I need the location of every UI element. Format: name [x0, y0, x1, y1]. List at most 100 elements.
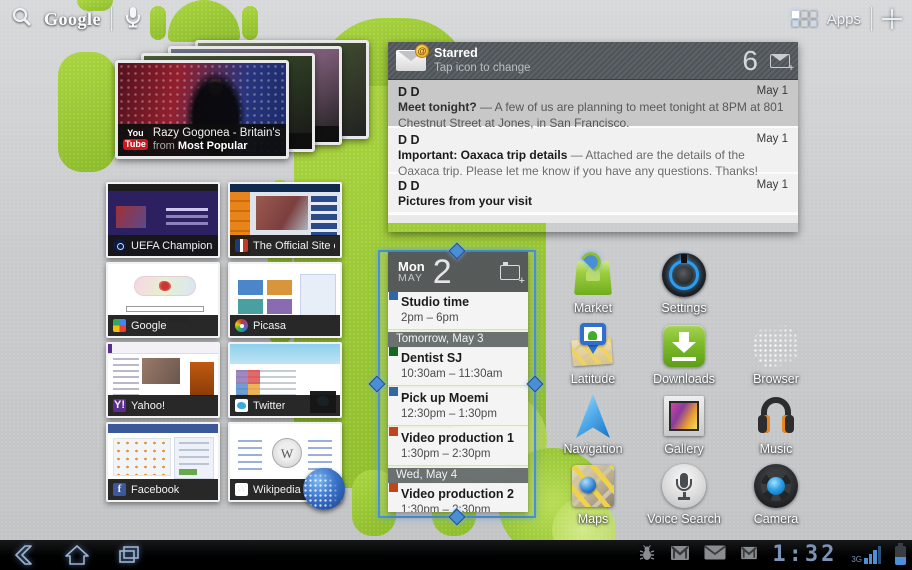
email-row-partial: [388, 214, 798, 223]
app-label: Camera: [731, 512, 821, 526]
app-voice-search[interactable]: Voice Search: [639, 463, 729, 526]
browser-globe-icon[interactable]: [303, 468, 345, 510]
wikipedia-favicon: W: [235, 483, 248, 496]
gmail-notification-icon: [740, 546, 758, 565]
event-color-marker: [389, 291, 398, 300]
bookmark-facebook[interactable]: fFacebook: [106, 422, 220, 502]
home-button[interactable]: [64, 544, 90, 566]
event-color-marker: [389, 347, 398, 356]
calendar-event[interactable]: Dentist SJ 10:30am – 11:30am: [388, 348, 528, 386]
bookmark-label: Facebook: [131, 484, 179, 496]
app-camera[interactable]: Camera: [731, 463, 821, 526]
email-row[interactable]: D DMay 1 Important: Oaxaca trip details …: [388, 128, 798, 174]
topbar-divider: [871, 7, 872, 31]
market-icon: [570, 252, 616, 298]
calendar-widget[interactable]: Mon MAY 2 Studio time 2pm – 6pm Tomorrow…: [388, 252, 528, 512]
event-time: 1:30pm – 2:30pm: [401, 447, 522, 461]
email-row[interactable]: D DMay 1 Meet tonight? — A few of us are…: [388, 80, 798, 128]
event-title: Studio time: [401, 295, 522, 311]
app-label: Browser: [731, 372, 821, 386]
apps-button[interactable]: Apps: [827, 11, 861, 28]
new-event-icon[interactable]: [500, 265, 520, 280]
bookmark-twitter[interactable]: Twitter: [228, 342, 342, 418]
calendar-event[interactable]: Video production 1 1:30pm – 2:30pm: [388, 428, 528, 466]
app-navigation[interactable]: Navigation: [548, 393, 638, 456]
youtube-video-source: from Most Popular: [153, 140, 281, 154]
signal-strength-icon: 3G: [851, 546, 881, 564]
back-button[interactable]: [12, 544, 38, 566]
event-title: Video production 2: [401, 487, 522, 503]
microphone-icon[interactable]: [122, 5, 144, 34]
bookmark-label: The Official Site of ...: [253, 240, 335, 252]
bookmark-label: Wikipedia: [253, 484, 301, 496]
calendar-event[interactable]: Pick up Moemi 12:30pm – 1:30pm: [388, 388, 528, 426]
bookmark-label: Twitter: [253, 400, 285, 412]
app-label: Market: [548, 301, 638, 315]
mlb-favicon: [235, 239, 248, 252]
app-music[interactable]: Music: [731, 393, 821, 456]
bookmark-mlb[interactable]: The Official Site of ...: [228, 182, 342, 258]
event-color-marker: [389, 387, 398, 396]
email-row[interactable]: D DMay 1 Pictures from your visit: [388, 174, 798, 214]
app-gallery[interactable]: Gallery: [639, 393, 729, 456]
recent-apps-button[interactable]: [116, 544, 142, 566]
calendar-event[interactable]: Video production 2 1:30pm – 2:30pm: [388, 484, 528, 512]
email-date: May 1: [757, 178, 788, 194]
event-time: 1:30pm – 2:30pm: [401, 503, 522, 512]
status-tray[interactable]: 1:32 3G: [638, 544, 912, 567]
email-date: May 1: [757, 132, 788, 148]
calendar-month: MAY: [398, 273, 425, 284]
gallery-icon: [661, 393, 707, 439]
email-widget-title: Starred: [434, 46, 734, 62]
compose-icon[interactable]: [770, 54, 790, 68]
event-time: 10:30am – 11:30am: [401, 367, 522, 381]
mail-icon[interactable]: @: [396, 50, 426, 71]
app-maps[interactable]: Maps: [548, 463, 638, 526]
email-widget-subtitle: Tap icon to change: [434, 61, 734, 75]
app-label: Navigation: [548, 442, 638, 456]
clock[interactable]: 1:32: [772, 544, 837, 566]
youtube-logo-icon: You Tube: [123, 129, 148, 150]
bookmark-uefa[interactable]: UEFA Champions Le...: [106, 182, 220, 258]
network-type-label: 3G: [851, 555, 862, 564]
bookmark-yahoo[interactable]: Y!Yahoo!: [106, 342, 220, 418]
search-icon[interactable]: [10, 5, 34, 34]
picasa-favicon: [235, 319, 248, 332]
email-subject: Meet tonight?: [398, 100, 477, 114]
home-screen: Google Apps p... s... You: [0, 0, 912, 570]
apps-grid-icon: [792, 11, 817, 27]
bookmark-label: Picasa: [253, 320, 286, 332]
app-downloads[interactable]: Downloads: [639, 323, 729, 386]
bookmark-picasa[interactable]: Picasa: [228, 262, 342, 338]
yahoo-favicon: Y!: [113, 399, 126, 412]
google-search-widget[interactable]: Google: [44, 9, 101, 30]
app-browser[interactable]: Browser: [731, 323, 821, 386]
app-latitude[interactable]: Latitude: [548, 323, 638, 386]
email-date: May 1: [757, 84, 788, 100]
music-icon: [753, 393, 799, 439]
event-title: Dentist SJ: [401, 351, 522, 367]
unread-count: 6: [742, 45, 758, 77]
bookmark-google[interactable]: Google: [106, 262, 220, 338]
youtube-widget: p... s... You Tube Razy Gogonea - Britai…: [110, 36, 390, 171]
event-title: Pick up Moemi: [401, 391, 522, 407]
maps-icon: [570, 463, 616, 509]
app-market[interactable]: Market: [548, 252, 638, 315]
event-title: Video production 1: [401, 431, 522, 447]
youtube-card-front[interactable]: You Tube Razy Gogonea - Britain's Got T.…: [115, 60, 289, 159]
calendar-day-number: 2: [433, 253, 492, 292]
event-color-marker: [389, 483, 398, 492]
email-widget: @ Starred Tap icon to change 6 D DMay 1 …: [388, 42, 798, 232]
app-label: Music: [731, 442, 821, 456]
debug-bug-icon: [638, 544, 656, 567]
app-settings[interactable]: Settings: [639, 252, 729, 315]
voice-search-icon: [661, 463, 707, 509]
navigation-icon: [570, 393, 616, 439]
calendar-event[interactable]: Studio time 2pm – 6pm: [388, 292, 528, 330]
email-subject: Pictures from your visit: [398, 194, 532, 208]
add-widget-icon[interactable]: [882, 9, 902, 29]
email-widget-header[interactable]: @ Starred Tap icon to change 6: [388, 42, 798, 80]
app-label: Maps: [548, 512, 638, 526]
latitude-icon: [570, 323, 616, 369]
email-sender: D D: [398, 132, 420, 148]
